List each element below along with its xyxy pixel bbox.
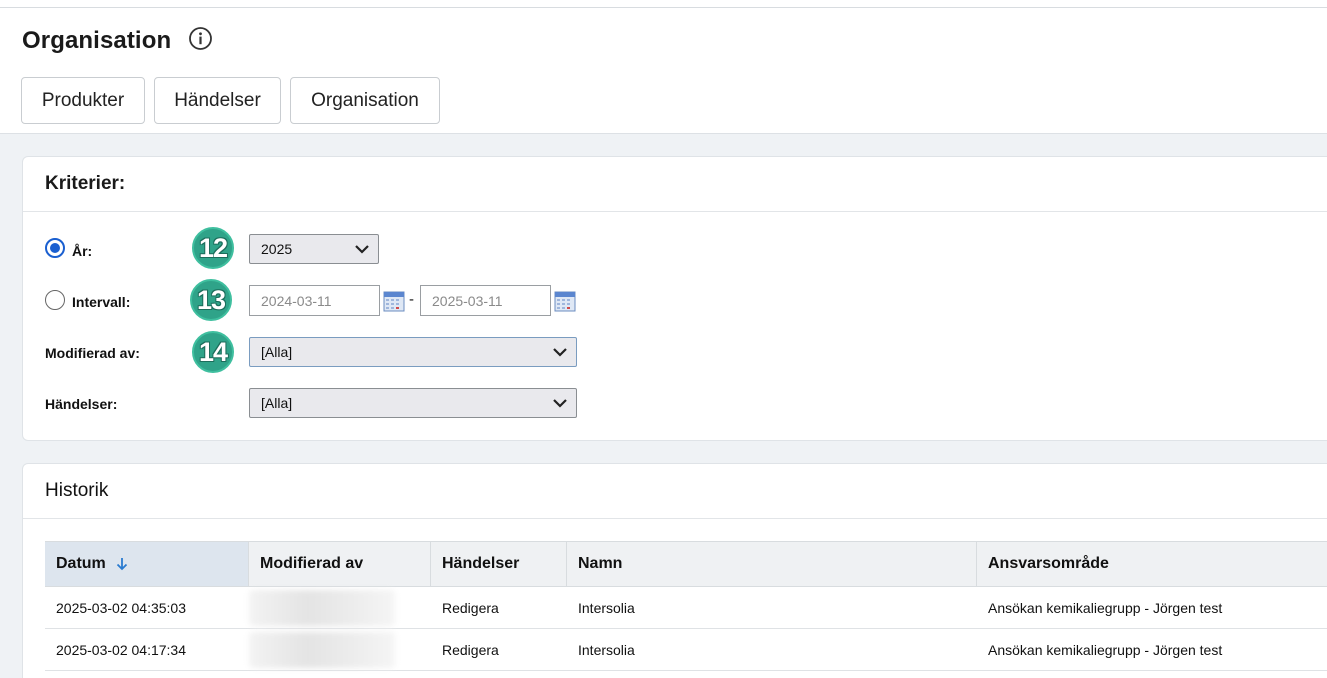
year-radio[interactable] <box>45 238 65 258</box>
history-panel: Historik Datum Modifierad av Händelser N… <box>22 463 1327 678</box>
table-row[interactable]: 2025-03-02 04:17:34 Redigera Intersolia … <box>45 629 1327 671</box>
interval-label: Intervall: <box>72 294 131 310</box>
interval-to-placeholder: 2025-03-11 <box>432 292 503 309</box>
tab-label: Produkter <box>41 89 125 111</box>
calendar-icon[interactable] <box>554 290 576 312</box>
page-title: Organisation <box>22 27 172 54</box>
criteria-panel: Kriterier: År: 12 2025 Intervall: 13 202… <box>22 156 1327 441</box>
cell-namn: Intersolia <box>578 642 635 658</box>
arrow-down-icon <box>116 558 127 571</box>
tab-organisation[interactable]: Organisation <box>290 77 440 124</box>
column-header-label: Namn <box>578 555 623 572</box>
column-header-label: Händelser <box>442 555 520 572</box>
events-label: Händelser: <box>45 396 118 412</box>
tab-handelser[interactable]: Händelser <box>154 77 281 124</box>
interval-radio[interactable] <box>45 290 65 310</box>
calendar-icon[interactable] <box>383 290 405 312</box>
chevron-down-icon <box>355 245 369 254</box>
chevron-down-icon <box>553 348 567 357</box>
step-badge-14: 14 <box>192 331 234 373</box>
step-badge-12: 12 <box>192 227 234 269</box>
cell-ansvarsomrade: Ansökan kemikaliegrupp - Jörgen test <box>988 600 1223 616</box>
page-header: Organisation Produkter Händelser Organis… <box>0 8 1327 134</box>
tab-label: Organisation <box>311 89 419 111</box>
cell-handelser: Redigera <box>442 600 499 616</box>
table-row[interactable]: 2025-03-02 04:35:03 Redigera Intersolia … <box>45 587 1327 629</box>
year-select[interactable]: 2025 <box>249 234 379 264</box>
column-header-datum[interactable]: Datum <box>45 542 249 586</box>
redacted-user <box>249 632 395 668</box>
cell-ansvarsomrade: Ansökan kemikaliegrupp - Jörgen test <box>988 642 1223 658</box>
history-heading: Historik <box>23 464 1327 519</box>
table-header: Datum Modifierad av Händelser Namn Ansva… <box>45 541 1327 587</box>
tab-produkter[interactable]: Produkter <box>21 77 145 124</box>
redacted-user <box>249 590 395 626</box>
chevron-down-icon <box>553 399 567 408</box>
top-divider <box>0 0 1327 8</box>
interval-from-placeholder: 2024-03-11 <box>261 292 332 309</box>
info-circle-icon[interactable] <box>188 26 213 51</box>
modified-by-label: Modifierad av: <box>45 345 140 361</box>
cell-namn: Intersolia <box>578 600 635 616</box>
column-header-namn[interactable]: Namn <box>567 542 977 586</box>
year-label: År: <box>72 243 93 259</box>
modified-by-select-value: [Alla] <box>261 344 293 360</box>
column-header-label: Modifierad av <box>260 555 364 572</box>
interval-from-input[interactable]: 2024-03-11 <box>249 285 380 316</box>
step-badge-13: 13 <box>190 279 232 321</box>
cell-datum: 2025-03-02 04:35:03 <box>56 600 186 616</box>
year-select-value: 2025 <box>261 241 293 257</box>
column-header-modifierad-av[interactable]: Modifierad av <box>249 542 431 586</box>
column-header-handelser[interactable]: Händelser <box>431 542 567 586</box>
interval-separator: - <box>409 291 414 308</box>
tab-label: Händelser <box>174 89 261 111</box>
criteria-heading: Kriterier: <box>23 157 1327 212</box>
events-select[interactable]: [Alla] <box>249 388 577 418</box>
column-header-label: Ansvarsområde <box>988 555 1109 572</box>
cell-handelser: Redigera <box>442 642 499 658</box>
events-select-value: [Alla] <box>261 395 293 411</box>
modified-by-select[interactable]: [Alla] <box>249 337 577 367</box>
cell-datum: 2025-03-02 04:17:34 <box>56 642 186 658</box>
column-header-ansvarsomrade[interactable]: Ansvarsområde <box>977 542 1327 586</box>
interval-to-input[interactable]: 2025-03-11 <box>420 285 551 316</box>
column-header-label: Datum <box>56 555 106 572</box>
